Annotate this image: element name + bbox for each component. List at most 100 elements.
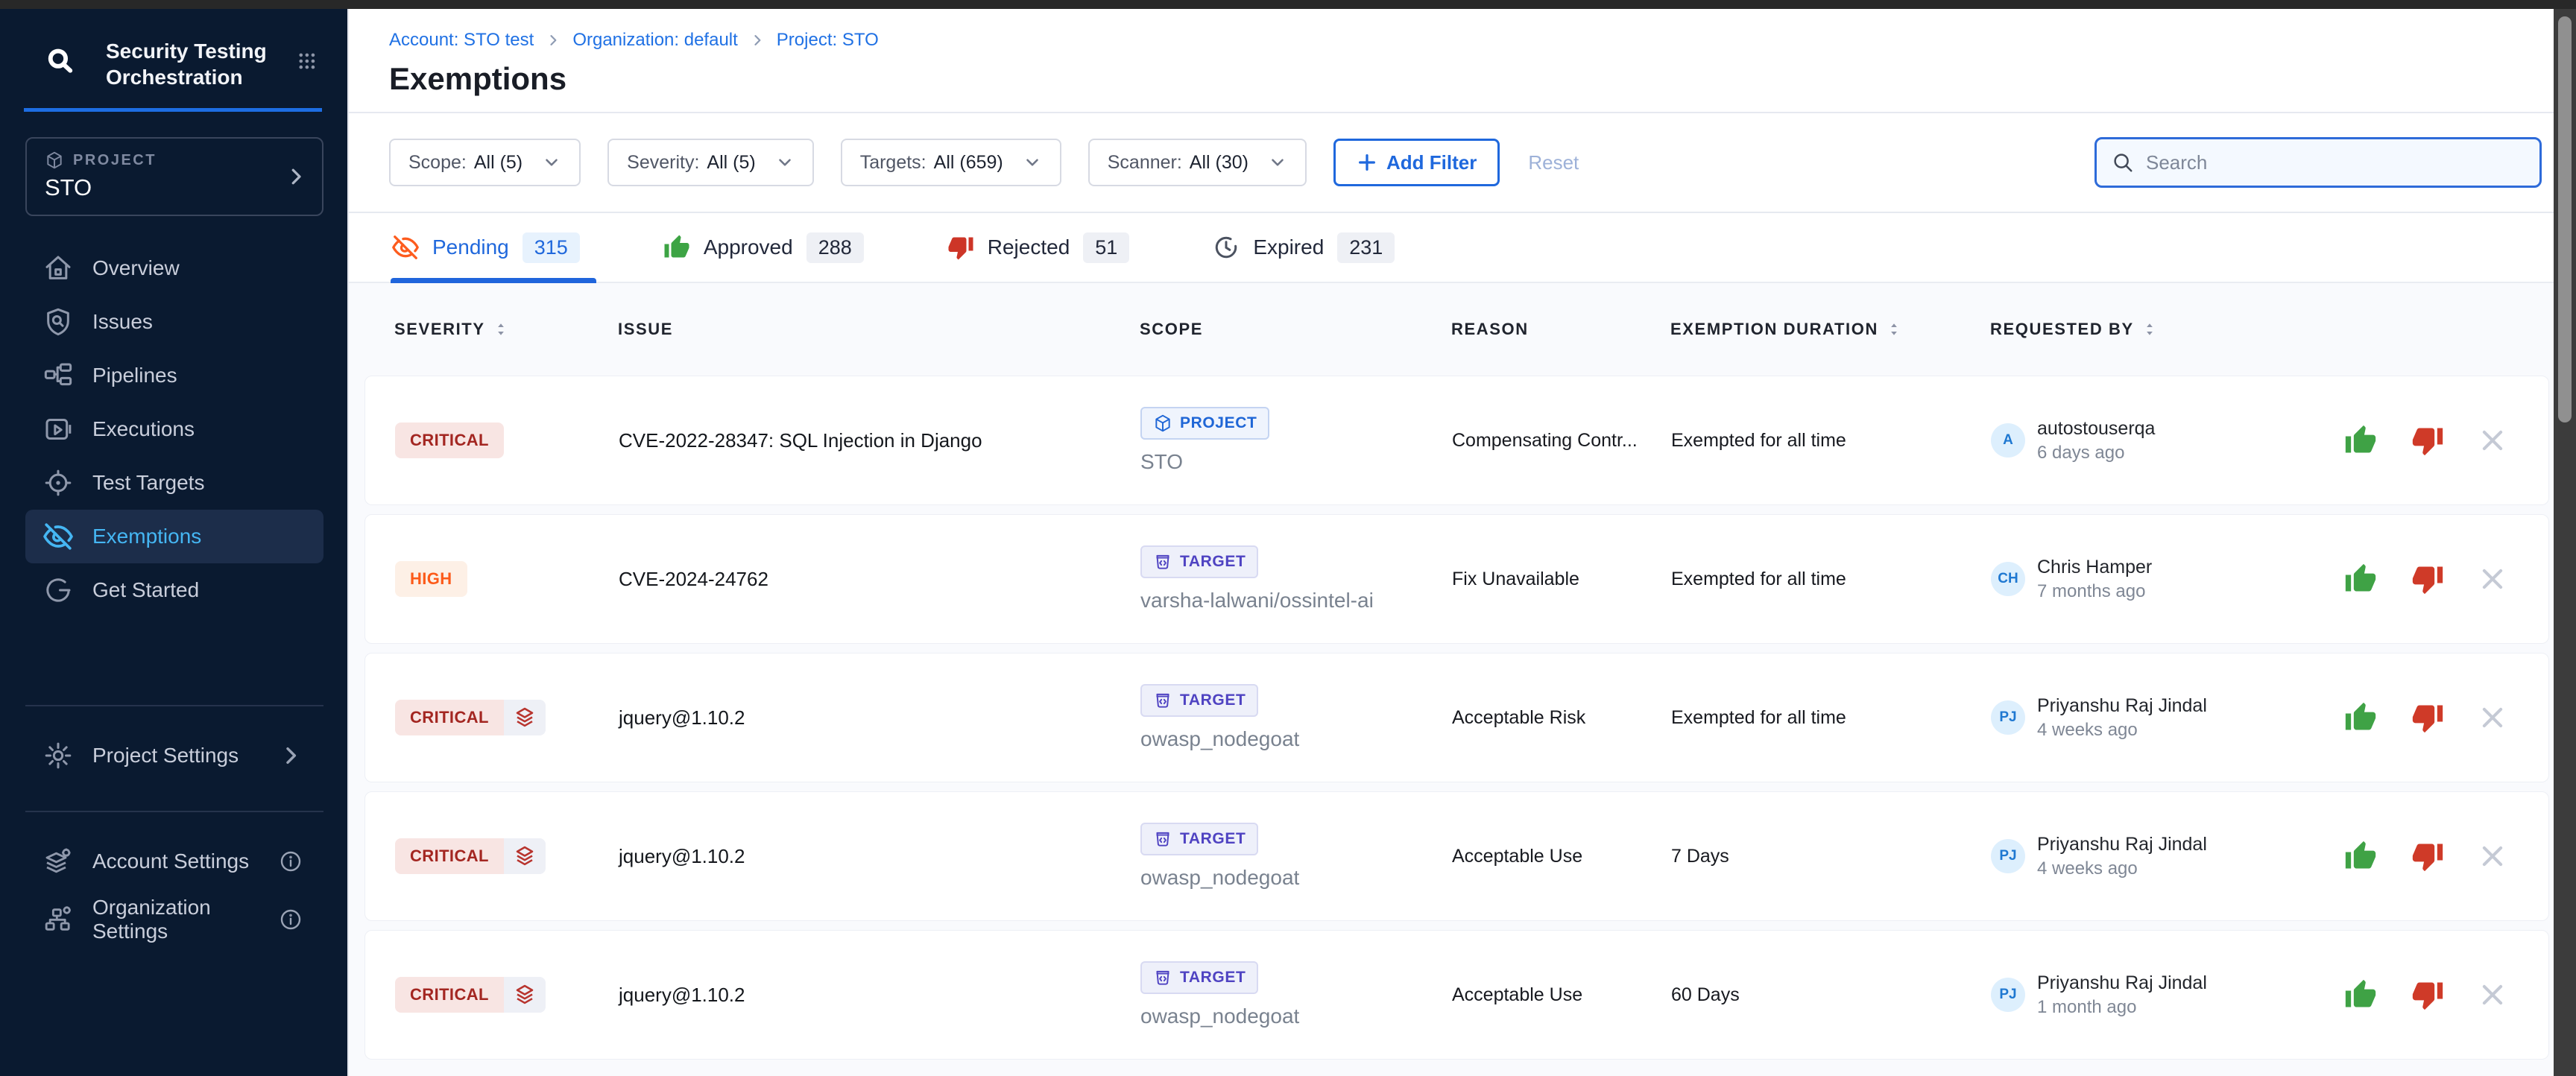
severity-label: CRITICAL bbox=[395, 700, 504, 735]
severity-filter-dropdown[interactable]: Severity: All (5) bbox=[607, 139, 814, 186]
issue-name[interactable]: jquery@1.10.2 bbox=[619, 706, 1140, 730]
tab-label: Rejected bbox=[988, 235, 1070, 259]
scope-filter-dropdown[interactable]: Scope: All (5) bbox=[389, 139, 581, 186]
tab-count-badge: 231 bbox=[1337, 232, 1395, 263]
search-icon bbox=[2112, 151, 2134, 174]
severity-stack bbox=[504, 838, 546, 874]
targets-filter-dropdown[interactable]: Targets: All (659) bbox=[841, 139, 1061, 186]
exemption-duration: 60 Days bbox=[1671, 984, 1991, 1006]
sidebar-item-organization-settings[interactable]: Organization Settings bbox=[25, 893, 323, 946]
sidebar-item-executions[interactable]: Executions bbox=[25, 402, 323, 456]
severity-badge: CRITICAL bbox=[395, 838, 546, 874]
reject-button[interactable] bbox=[2411, 424, 2444, 457]
vertical-scrollbar[interactable] bbox=[2554, 9, 2576, 1076]
issue-name[interactable]: jquery@1.10.2 bbox=[619, 845, 1140, 868]
sidebar-item-label: Pipelines bbox=[92, 364, 177, 387]
approve-button[interactable] bbox=[2344, 424, 2377, 457]
chevron-down-icon bbox=[542, 153, 561, 172]
filter-value: All (5) bbox=[707, 152, 755, 174]
dismiss-button[interactable] bbox=[2478, 426, 2507, 455]
issue-name[interactable]: CVE-2022-28347: SQL Injection in Django bbox=[619, 429, 1140, 452]
column-header-scope: SCOPE bbox=[1140, 320, 1451, 339]
chevron-right-icon bbox=[279, 744, 303, 768]
add-filter-button[interactable]: Add Filter bbox=[1333, 139, 1500, 186]
scope-badge: TARGET bbox=[1140, 545, 1258, 578]
tab-count-badge: 51 bbox=[1083, 232, 1129, 263]
column-header-severity[interactable]: SEVERITY bbox=[394, 320, 618, 339]
chevron-down-icon bbox=[1023, 153, 1042, 172]
thumb-up-icon bbox=[663, 234, 690, 261]
home-icon bbox=[43, 253, 73, 283]
sidebar-item-label: Exemptions bbox=[92, 525, 201, 548]
info-icon[interactable] bbox=[279, 908, 303, 931]
search-input[interactable] bbox=[2146, 151, 2525, 174]
search-box bbox=[2094, 137, 2542, 188]
scope-badge: PROJECT bbox=[1140, 407, 1269, 440]
dismiss-button[interactable] bbox=[2478, 842, 2507, 870]
table-row[interactable]: CRITICAL jquery@1.10.2 TARGET owasp_node… bbox=[364, 930, 2549, 1060]
reject-button[interactable] bbox=[2411, 978, 2444, 1011]
dismiss-button[interactable] bbox=[2478, 703, 2507, 732]
issue-name[interactable]: jquery@1.10.2 bbox=[619, 984, 1140, 1007]
table-row[interactable]: CRITICAL CVE-2022-28347: SQL Injection i… bbox=[364, 376, 2549, 505]
sidebar-item-issues[interactable]: Issues bbox=[25, 295, 323, 349]
reject-button[interactable] bbox=[2411, 840, 2444, 873]
approve-button[interactable] bbox=[2344, 978, 2377, 1011]
approve-button[interactable] bbox=[2344, 840, 2377, 873]
dismiss-button[interactable] bbox=[2478, 565, 2507, 593]
severity-label: HIGH bbox=[395, 561, 467, 597]
column-header-requested-by[interactable]: REQUESTED BY bbox=[1990, 320, 2331, 339]
tab-rejected[interactable]: Rejected 51 bbox=[947, 232, 1130, 263]
layers-gear-icon bbox=[43, 846, 73, 876]
table-row[interactable]: CRITICAL jquery@1.10.2 TARGET owasp_node… bbox=[364, 653, 2549, 782]
table-row[interactable]: CRITICAL jquery@1.10.2 TARGET owasp_node… bbox=[364, 791, 2549, 921]
sidebar-item-pipelines[interactable]: Pipelines bbox=[25, 349, 323, 402]
sidebar-item-account-settings[interactable]: Account Settings bbox=[25, 835, 323, 888]
scope-type-label: PROJECT bbox=[1180, 414, 1257, 432]
sidebar-item-project-settings[interactable]: Project Settings bbox=[25, 729, 323, 782]
tab-count-badge: 315 bbox=[523, 232, 580, 263]
breadcrumb-project[interactable]: Project: STO bbox=[777, 30, 879, 51]
sidebar: Security Testing Orchestration PROJECT S… bbox=[0, 9, 347, 1076]
reject-button[interactable] bbox=[2411, 563, 2444, 595]
scope-type-label: TARGET bbox=[1180, 969, 1246, 987]
scrollbar-thumb[interactable] bbox=[2558, 16, 2572, 423]
filter-value: All (659) bbox=[934, 152, 1003, 174]
chevron-right-icon bbox=[750, 33, 765, 48]
filter-value: All (30) bbox=[1190, 152, 1248, 174]
severity-label: CRITICAL bbox=[395, 838, 504, 874]
project-selector[interactable]: PROJECT STO bbox=[25, 137, 323, 216]
table-header-row: SEVERITY ISSUE SCOPE REASON EXEMPTION DU… bbox=[364, 283, 2549, 376]
reject-button[interactable] bbox=[2411, 701, 2444, 734]
severity-badge: HIGH bbox=[395, 561, 467, 597]
project-selector-value: STO bbox=[45, 174, 277, 201]
sidebar-item-exemptions[interactable]: Exemptions bbox=[25, 510, 323, 563]
approve-button[interactable] bbox=[2344, 701, 2377, 734]
severity-stack bbox=[504, 700, 546, 735]
sidebar-item-get-started[interactable]: Get Started bbox=[25, 563, 323, 617]
scope-badge: TARGET bbox=[1140, 961, 1258, 994]
module-grid-icon[interactable] bbox=[297, 45, 318, 77]
tab-pending[interactable]: Pending 315 bbox=[392, 232, 580, 263]
sidebar-item-label: Account Settings bbox=[92, 849, 249, 873]
tab-expired[interactable]: Expired 231 bbox=[1213, 232, 1395, 263]
column-header-exemption-duration[interactable]: EXEMPTION DURATION bbox=[1670, 320, 1990, 339]
issue-name[interactable]: CVE-2024-24762 bbox=[619, 568, 1140, 591]
approve-button[interactable] bbox=[2344, 563, 2377, 595]
exemptions-table: SEVERITY ISSUE SCOPE REASON EXEMPTION DU… bbox=[349, 283, 2576, 1076]
requested-time: 4 weeks ago bbox=[2037, 858, 2207, 879]
chevron-right-icon bbox=[546, 33, 561, 48]
avatar: PJ bbox=[1991, 839, 2025, 873]
breadcrumb-organization[interactable]: Organization: default bbox=[572, 30, 737, 51]
sidebar-item-test-targets[interactable]: Test Targets bbox=[25, 456, 323, 510]
info-icon[interactable] bbox=[279, 849, 303, 873]
dismiss-button[interactable] bbox=[2478, 981, 2507, 1009]
container-icon bbox=[1153, 691, 1172, 710]
reset-filters-link[interactable]: Reset bbox=[1528, 151, 1579, 174]
tab-approved[interactable]: Approved 288 bbox=[663, 232, 864, 263]
breadcrumb-account[interactable]: Account: STO test bbox=[389, 30, 534, 51]
table-row[interactable]: HIGH CVE-2024-24762 TARGET varsha-lalwan… bbox=[364, 514, 2549, 644]
requester-name: Chris Hamper bbox=[2037, 557, 2152, 578]
sidebar-item-overview[interactable]: Overview bbox=[25, 241, 323, 295]
scanner-filter-dropdown[interactable]: Scanner: All (30) bbox=[1088, 139, 1307, 186]
